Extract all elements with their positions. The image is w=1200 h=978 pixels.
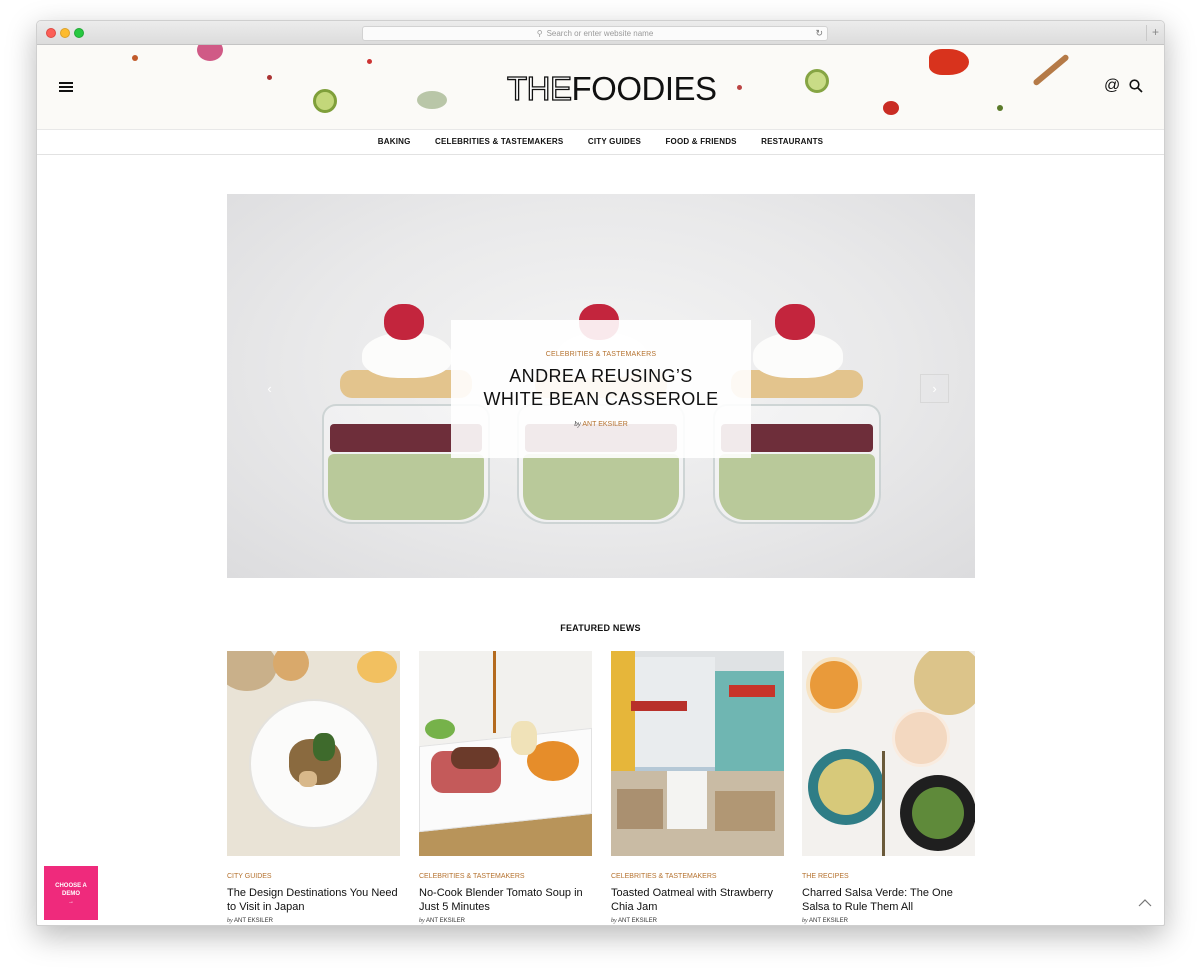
nav-item-restaurants[interactable]: RESTAURANTS — [761, 130, 823, 154]
decor-spice — [132, 55, 138, 61]
close-window-button[interactable] — [46, 28, 56, 38]
hero-title-line: WHITE BEAN CASSEROLE — [483, 389, 719, 409]
demo-button-label: CHOOSE A — [55, 883, 87, 889]
decor-spice — [997, 105, 1003, 111]
menu-bar — [59, 86, 73, 88]
jar-filling — [719, 454, 875, 520]
card-category[interactable]: CELEBRITIES & TASTEMAKERS — [419, 873, 592, 880]
card-category[interactable]: THE RECIPES — [802, 873, 975, 880]
hero-author[interactable]: ANT EKSILER — [582, 421, 627, 428]
decor-cucumber-slice — [805, 69, 829, 93]
decor-spice — [367, 59, 372, 64]
card-title[interactable]: No-Cook Blender Tomato Soup in Just 5 Mi… — [419, 886, 592, 914]
jar-raspberry — [384, 304, 424, 340]
hero-caption[interactable]: CELEBRITIES & TASTEMAKERS ANDREA REUSING… — [451, 320, 751, 458]
choose-demo-button[interactable]: CHOOSE A DEMO → — [44, 866, 98, 920]
nav-item-city-guides[interactable]: CITY GUIDES — [588, 130, 641, 154]
menu-bar — [59, 90, 73, 92]
card-byline: by ANT EKSILER — [611, 918, 784, 924]
jar-filling — [523, 454, 679, 520]
decor-herbs — [417, 91, 447, 109]
news-card[interactable]: CELEBRITIES & TASTEMAKERS No-Cook Blende… — [419, 651, 592, 924]
news-card[interactable]: CITY GUIDES The Design Destinations You … — [227, 651, 400, 924]
hero-title[interactable]: ANDREA REUSING’S WHITE BEAN CASSEROLE — [451, 365, 751, 411]
browser-titlebar: ⚲ Search or enter website name ↻ + — [37, 21, 1164, 45]
card-title[interactable]: The Design Destinations You Need to Visi… — [227, 886, 400, 914]
search-icon: ⚲ — [536, 29, 543, 38]
minimize-window-button[interactable] — [60, 28, 70, 38]
decor-chili — [929, 49, 969, 75]
new-tab-button[interactable]: + — [1146, 25, 1164, 41]
site-logo[interactable]: THEFOODIES — [506, 69, 718, 109]
card-image-plate[interactable] — [227, 651, 400, 856]
reload-icon[interactable]: ↻ — [815, 27, 823, 40]
card-author[interactable]: ANT EKSILER — [234, 918, 273, 924]
decor-petal — [197, 45, 223, 61]
arrow-right-icon: → — [68, 899, 74, 905]
maximize-window-button[interactable] — [74, 28, 84, 38]
card-title[interactable]: Toasted Oatmeal with Strawberry Chia Jam — [611, 886, 784, 914]
menu-button[interactable] — [59, 82, 73, 94]
by-label: by — [574, 420, 581, 428]
main-nav: BAKING CELEBRITIES & TASTEMAKERS CITY GU… — [37, 129, 1164, 155]
card-category[interactable]: CITY GUIDES — [227, 873, 400, 880]
featured-news-heading: FEATURED NEWS — [560, 623, 641, 633]
menu-bar — [59, 82, 73, 84]
by-label: by — [227, 918, 233, 924]
nav-item-celebrities-tastemakers[interactable]: CELEBRITIES & TASTEMAKERS — [435, 130, 563, 154]
address-bar-placeholder: Search or enter website name — [546, 29, 654, 38]
search-icon[interactable] — [1129, 79, 1143, 98]
by-label: by — [802, 918, 808, 924]
by-label: by — [611, 918, 617, 924]
jar-filling — [328, 454, 484, 520]
card-title[interactable]: Charred Salsa Verde: The One Salsa to Ru… — [802, 886, 975, 914]
decor-cucumber-slice — [313, 89, 337, 113]
address-bar[interactable]: ⚲ Search or enter website name ↻ — [362, 26, 828, 41]
decor-tomato — [883, 101, 899, 115]
decor-spice — [267, 75, 272, 80]
browser-window: ⚲ Search or enter website name ↻ + THEFOO… — [36, 20, 1165, 926]
logo-part1: THE — [506, 69, 572, 107]
card-author[interactable]: ANT EKSILER — [426, 918, 465, 924]
news-card[interactable]: THE RECIPES Charred Salsa Verde: The One… — [802, 651, 975, 924]
scroll-to-top-icon[interactable] — [1138, 894, 1152, 910]
jar-raspberry — [775, 304, 815, 340]
nav-item-baking[interactable]: BAKING — [378, 130, 411, 154]
card-image-steak[interactable] — [419, 651, 592, 856]
card-image-street[interactable] — [611, 651, 784, 856]
card-category[interactable]: CELEBRITIES & TASTEMAKERS — [611, 873, 784, 880]
card-author[interactable]: ANT EKSILER — [618, 918, 657, 924]
demo-button-label: DEMO — [62, 891, 80, 897]
chevron-right-icon[interactable]: › — [920, 374, 949, 403]
by-label: by — [419, 918, 425, 924]
news-card[interactable]: CELEBRITIES & TASTEMAKERS Toasted Oatmea… — [611, 651, 784, 924]
card-author[interactable]: ANT EKSILER — [809, 918, 848, 924]
chevron-left-icon[interactable]: ‹ — [255, 374, 284, 403]
hero-slider[interactable]: ‹ › CELEBRITIES & TASTEMAKERS ANDREA REU… — [227, 194, 975, 578]
decor-spoon — [1032, 53, 1070, 87]
hero-category[interactable]: CELEBRITIES & TASTEMAKERS — [451, 351, 751, 358]
hero-title-line: ANDREA REUSING’S — [509, 366, 693, 386]
hero-byline: by ANT EKSILER — [451, 420, 751, 428]
card-byline: by ANT EKSILER — [227, 918, 400, 924]
at-sign-icon[interactable]: @ — [1104, 77, 1120, 95]
nav-item-food-friends[interactable]: FOOD & FRIENDS — [665, 130, 736, 154]
logo-part2: FOODIES — [571, 70, 718, 107]
decor-spice — [737, 85, 742, 90]
card-image-salsa[interactable] — [802, 651, 975, 856]
site-header: THEFOODIES @ — [37, 45, 1164, 129]
card-byline: by ANT EKSILER — [802, 918, 975, 924]
card-byline: by ANT EKSILER — [419, 918, 592, 924]
